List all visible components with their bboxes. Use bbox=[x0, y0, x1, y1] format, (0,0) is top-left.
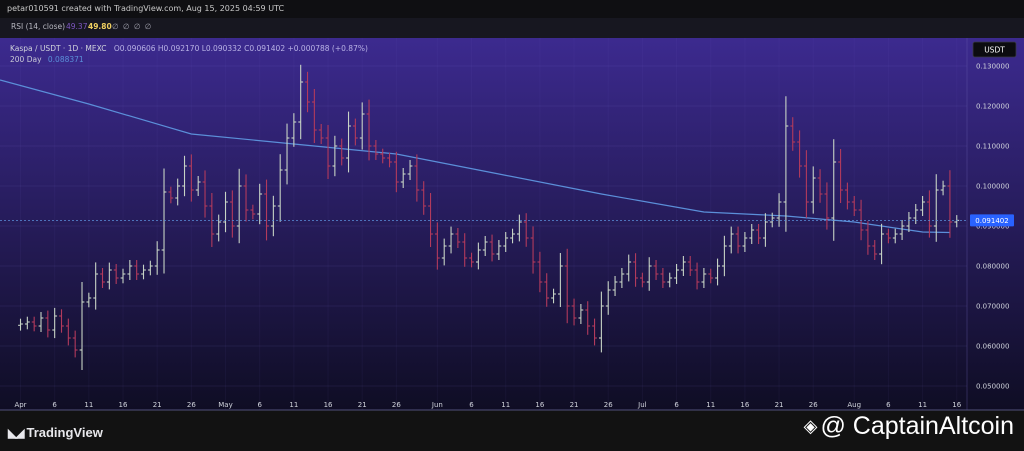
x-tick-label: Jul bbox=[637, 401, 647, 409]
x-tick-label: 6 bbox=[52, 401, 57, 409]
currency-badge[interactable]: USDT bbox=[972, 41, 1017, 58]
x-tick-label: Apr bbox=[14, 401, 26, 409]
tradingview-logo-icon: ◣◢ bbox=[8, 426, 25, 440]
currency-badge-label: USDT bbox=[984, 46, 1005, 55]
ma-legend: 200 Day 0.088371 bbox=[10, 55, 84, 64]
x-tick-label: 16 bbox=[535, 401, 544, 409]
captainaltcoin-watermark: ◈ @ CaptainAltcoin bbox=[804, 409, 1014, 443]
last-price-badge: 0.091402 bbox=[970, 214, 1014, 227]
y-tick-label: 0.080000 bbox=[976, 263, 1009, 271]
binance-diamond-icon: ◈ bbox=[803, 416, 818, 436]
x-tick-label: 6 bbox=[469, 401, 474, 409]
tradingview-logo[interactable]: ◣◢ TradingView bbox=[8, 423, 103, 443]
x-tick-label: 21 bbox=[775, 401, 784, 409]
tradingview-logo-text: TradingView bbox=[26, 425, 103, 440]
x-tick-label: 11 bbox=[289, 401, 298, 409]
ma-value: 0.088371 bbox=[48, 55, 84, 64]
last-price-value: 0.091402 bbox=[975, 217, 1008, 225]
x-tick-label: 21 bbox=[358, 401, 367, 409]
y-tick-label: 0.060000 bbox=[976, 343, 1009, 351]
x-tick-label: May bbox=[218, 401, 232, 409]
x-tick-label: 6 bbox=[886, 401, 891, 409]
y-tick-label: 0.110000 bbox=[976, 143, 1009, 151]
x-tick-label: 11 bbox=[918, 401, 927, 409]
y-tick-label: 0.100000 bbox=[976, 183, 1009, 191]
y-tick-label: 0.120000 bbox=[976, 103, 1009, 111]
ma-label: 200 Day bbox=[10, 55, 42, 64]
x-tick-label: 26 bbox=[604, 401, 613, 409]
x-tick-label: Jun bbox=[431, 401, 443, 409]
x-tick-label: 26 bbox=[187, 401, 196, 409]
x-tick-label: 11 bbox=[84, 401, 93, 409]
x-tick-label: 16 bbox=[324, 401, 333, 409]
y-tick-label: 0.130000 bbox=[976, 63, 1009, 71]
x-tick-label: 6 bbox=[674, 401, 679, 409]
x-tick-label: 6 bbox=[257, 401, 262, 409]
x-tick-label: 11 bbox=[706, 401, 715, 409]
x-tick-label: 21 bbox=[570, 401, 579, 409]
y-tick-label: 0.050000 bbox=[976, 383, 1009, 391]
x-tick-label: 16 bbox=[952, 401, 961, 409]
symbol-legend: Kaspa / USDT · 1D · MEXC O0.090606 H0.09… bbox=[10, 44, 368, 53]
symbol-title: Kaspa / USDT · 1D · MEXC bbox=[10, 44, 106, 53]
x-tick-label: 21 bbox=[153, 401, 162, 409]
watermark-text: @ CaptainAltcoin bbox=[820, 412, 1014, 440]
x-tick-label: 26 bbox=[392, 401, 401, 409]
x-tick-label: 16 bbox=[740, 401, 749, 409]
x-tick-label: 26 bbox=[809, 401, 818, 409]
x-tick-label: Aug bbox=[847, 401, 861, 409]
ohlc-values: O0.090606 H0.092170 L0.090332 C0.091402 … bbox=[114, 44, 368, 53]
x-tick-label: 11 bbox=[501, 401, 510, 409]
x-tick-label: 16 bbox=[119, 401, 128, 409]
price-chart[interactable]: 0.1300000.1200000.1100000.1000000.090000… bbox=[0, 0, 1024, 451]
y-tick-label: 0.070000 bbox=[976, 303, 1009, 311]
